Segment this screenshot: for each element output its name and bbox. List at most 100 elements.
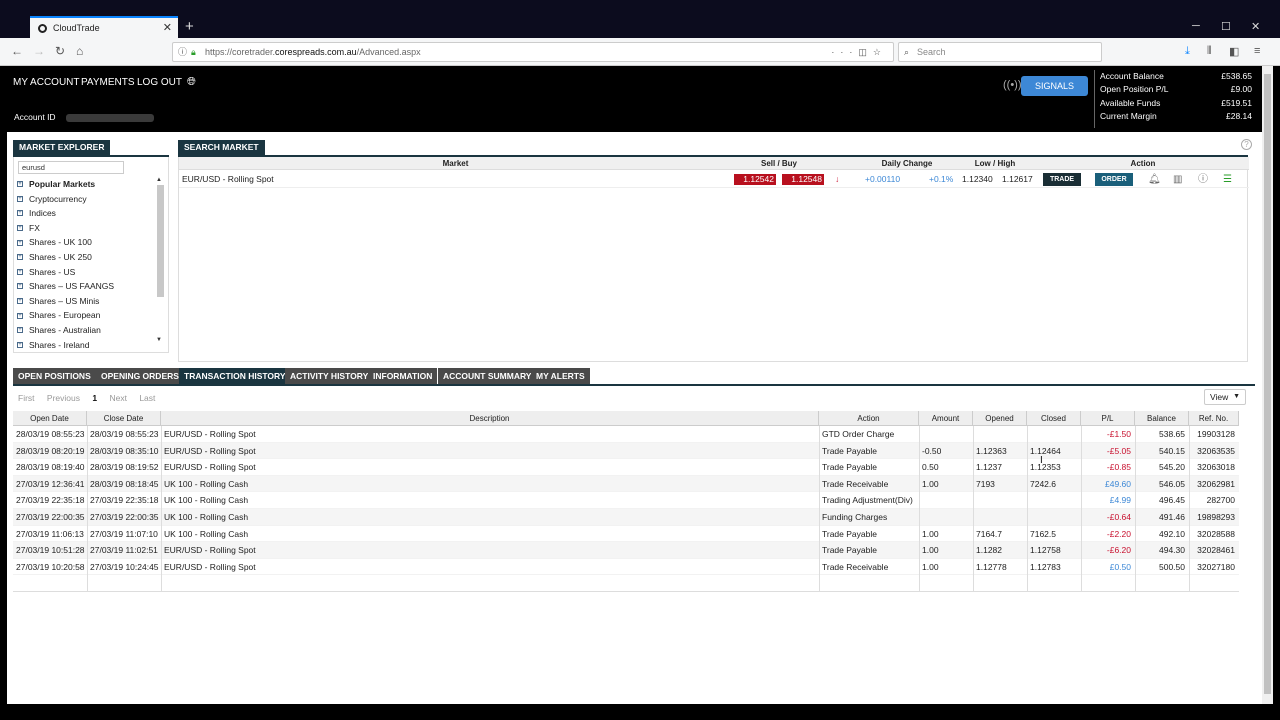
tab-open-positions[interactable]: OPEN POSITIONS — [13, 368, 96, 384]
col-header-closed[interactable]: Closed — [1027, 411, 1081, 426]
log-out-link[interactable]: LOG OUT — [137, 77, 182, 88]
expand-plus-icon[interactable]: + — [17, 210, 23, 217]
col-header-description[interactable]: Description — [161, 411, 819, 426]
table-row[interactable]: 27/03/19 22:00:35 27/03/19 22:00:35 UK 100… — [13, 508, 1239, 526]
scroll-down-icon[interactable]: ▼ — [156, 337, 162, 343]
table-row[interactable]: 27/03/19 10:20:58 27/03/19 10:24:45 EUR/US… — [13, 559, 1239, 576]
table-row[interactable]: 27/03/19 10:51:28 27/03/19 11:02:51 EUR/US… — [13, 542, 1239, 559]
col-header-open-date[interactable]: Open Date — [13, 411, 87, 426]
order-button[interactable]: ORDER — [1095, 173, 1133, 186]
forward-icon[interactable]: → — [33, 44, 45, 58]
expand-plus-icon[interactable]: + — [17, 312, 23, 319]
col-header-opened[interactable]: Opened — [973, 411, 1027, 426]
expand-plus-icon[interactable]: + — [17, 181, 23, 188]
table-row[interactable]: 27/03/19 12:36:41 28/03/19 08:18:45 UK 100… — [13, 475, 1239, 493]
market-row[interactable]: EUR/USD - Rolling Spot 1.12542 1.12548 ↓… — [179, 171, 1249, 188]
sidebar-icon[interactable]: ◧ — [1229, 45, 1239, 58]
close-window-icon[interactable]: ✕ — [1251, 20, 1260, 33]
market-category-item[interactable]: + Cryptocurrency — [17, 192, 155, 207]
expand-plus-icon[interactable]: + — [17, 225, 23, 232]
market-category-item[interactable]: + Shares - UK 100 — [17, 235, 155, 250]
tab-activity-history[interactable]: ACTIVITY HISTORY — [285, 368, 374, 384]
pager-previous[interactable]: Previous — [47, 393, 80, 403]
url-bar[interactable]: ⓘ 🔒︎ https://coretrader.corespreads.com.… — [172, 42, 894, 62]
summary-value: £538.65 — [1221, 71, 1252, 81]
market-explorer-scrollbar[interactable]: ▲ ▼ — [156, 177, 165, 349]
info-icon[interactable]: ⓘ — [1198, 171, 1208, 188]
table-row[interactable]: 27/03/19 11:06:13 27/03/19 11:07:10 UK 100… — [13, 526, 1239, 543]
signals-button[interactable]: SIGNALS — [1021, 76, 1088, 96]
pager-current[interactable]: 1 — [92, 393, 97, 403]
table-row[interactable]: 28/03/19 08:55:23 28/03/19 08:55:23 EUR/US… — [13, 426, 1239, 443]
expand-plus-icon[interactable]: + — [17, 298, 23, 305]
expand-plus-icon[interactable]: + — [17, 195, 23, 202]
col-header-action[interactable]: Action — [819, 411, 919, 426]
market-category-item[interactable]: + Popular Markets — [17, 177, 155, 192]
cell-ref-no: 19898293 — [1197, 511, 1235, 522]
market-category-item[interactable]: + Shares - Australian — [17, 323, 155, 338]
downloads-icon[interactable]: ⤓ — [1185, 45, 1190, 58]
col-header-balance[interactable]: Balance — [1135, 411, 1189, 426]
library-icon[interactable]: ⫴ — [1207, 45, 1212, 58]
scroll-up-icon[interactable]: ▲ — [156, 177, 162, 183]
buy-price-button[interactable]: 1.12548 — [782, 174, 824, 185]
expand-plus-icon[interactable]: + — [17, 341, 23, 348]
minimize-window-icon[interactable]: ─ — [1192, 20, 1200, 32]
pager-last[interactable]: Last — [139, 393, 155, 403]
page-actions-icon[interactable]: ··· — [831, 47, 858, 57]
market-category-item[interactable]: + Shares - European — [17, 308, 155, 323]
tab-information[interactable]: INFORMATION — [368, 368, 438, 384]
market-category-item[interactable]: + Shares - UK 250 — [17, 250, 155, 265]
pager-next[interactable]: Next — [109, 393, 126, 403]
expand-plus-icon[interactable]: + — [17, 327, 23, 334]
col-header-close-date[interactable]: Close Date — [87, 411, 161, 426]
reload-icon[interactable]: ↻ — [55, 44, 65, 58]
my-account-link[interactable]: MY ACCOUNT — [13, 77, 80, 88]
tab-opening-orders[interactable]: OPENING ORDERS — [96, 368, 184, 384]
expand-plus-icon[interactable]: + — [17, 239, 23, 246]
cell-closed: 1.12464 — [1030, 445, 1061, 456]
back-icon[interactable]: ← — [11, 44, 23, 58]
col-header-amount[interactable]: Amount — [919, 411, 973, 426]
col-header-pl[interactable]: P/L — [1081, 411, 1135, 426]
pager-first[interactable]: First — [18, 393, 35, 403]
new-tab-icon[interactable]: + — [185, 18, 194, 35]
market-category-item[interactable]: + Shares – US FAANGS — [17, 279, 155, 294]
expand-plus-icon[interactable]: + — [17, 283, 23, 290]
market-category-item[interactable]: + Shares - US — [17, 265, 155, 280]
home-icon[interactable]: ⌂ — [76, 44, 83, 58]
trade-button[interactable]: TRADE — [1043, 173, 1081, 186]
globe-icon[interactable]: 🌐︎ — [187, 76, 196, 89]
summary-value: £9.00 — [1230, 84, 1252, 95]
table-row[interactable]: 27/03/19 22:35:18 27/03/19 22:35:18 UK 100… — [13, 492, 1239, 509]
market-category-item[interactable]: + Shares – US Minis — [17, 294, 155, 309]
maximize-window-icon[interactable]: ☐ — [1221, 20, 1231, 33]
menu-icon[interactable]: ≡ — [1254, 45, 1260, 57]
browser-tab[interactable]: CloudTrade ✕ — [30, 16, 178, 38]
info-icon[interactable]: ⓘ — [178, 43, 187, 61]
sell-price-button[interactable]: 1.12542 — [734, 174, 776, 185]
browser-search-input[interactable]: ⌕ Search — [898, 42, 1102, 62]
expand-plus-icon[interactable]: + — [17, 254, 23, 261]
add-to-watchlist-icon[interactable]: ☰ — [1223, 171, 1232, 188]
market-category-item[interactable]: + FX — [17, 221, 155, 236]
close-tab-icon[interactable]: ✕ — [163, 21, 172, 34]
expand-plus-icon[interactable]: + — [17, 268, 23, 275]
tab-transaction-history[interactable]: TRANSACTION HISTORY — [179, 368, 291, 384]
alert-bell-icon[interactable]: 🔔︎ — [1148, 171, 1161, 188]
table-row[interactable]: 28/03/19 08:20:19 28/03/19 08:35:10 EUR/US… — [13, 442, 1239, 460]
col-header-ref-no[interactable]: Ref. No. — [1189, 411, 1239, 426]
bookmark-star-icon[interactable]: ☆ — [873, 47, 887, 57]
tab-account-summary[interactable]: ACCOUNT SUMMARY — [438, 368, 537, 384]
market-explorer-search-input[interactable]: eurusd — [18, 161, 124, 174]
help-icon[interactable]: ? — [1241, 139, 1252, 150]
market-category-item[interactable]: + Shares - Ireland — [17, 338, 155, 353]
chart-icon[interactable]: ▥ — [1173, 171, 1182, 188]
table-row[interactable]: 28/03/19 08:19:40 28/03/19 08:19:52 EUR/US… — [13, 459, 1239, 476]
view-dropdown[interactable]: View ▼ — [1204, 389, 1246, 405]
payments-link[interactable]: PAYMENTS — [81, 77, 135, 88]
pocket-icon[interactable]: ◫ — [858, 47, 873, 57]
page-scrollbar[interactable] — [1262, 66, 1273, 704]
tab-my-alerts[interactable]: MY ALERTS — [531, 368, 590, 384]
market-category-item[interactable]: + Indices — [17, 206, 155, 221]
